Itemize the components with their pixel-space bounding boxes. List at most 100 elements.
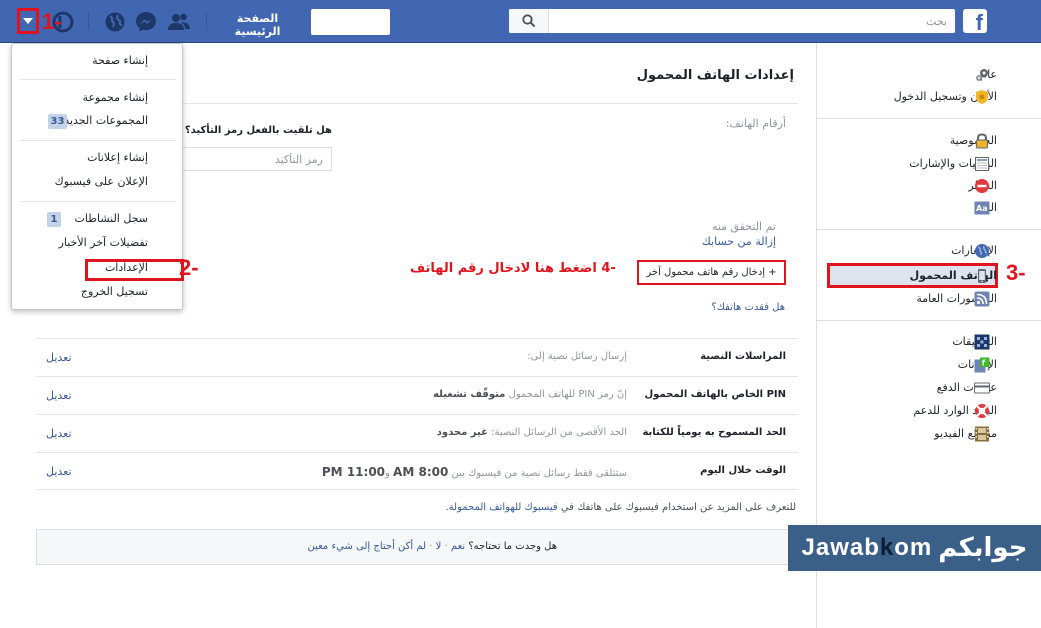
feedback-other-link[interactable]: لم أكن أحتاج إلى شيء معين [307,541,426,552]
setting-value: إنّ رمز PIN للهاتف المحمول متوقّف تشغيله [433,389,627,400]
feedback-bar: هل وجدت ما تحتاجه؟ نعم · لا · لم أكن أحت… [36,529,798,565]
lost-phone-link[interactable]: هل فقدت هاتفك؟ [711,302,785,313]
feedback-content: هل وجدت ما تحتاجه؟ نعم · لا · لم أكن أحت… [307,541,557,552]
edit-link[interactable]: تعديل [46,427,72,440]
menu-divider [20,140,176,141]
top-separator [88,12,89,30]
search-box [509,9,955,33]
setting-key: PIN الخاص بالهاتف المحمول [644,389,787,400]
svg-text:f: f [982,359,986,368]
menu-item-create-group[interactable]: إنشاء مجموعة [83,91,148,104]
remove-from-account-link[interactable]: إزالة من حسابك [702,235,776,248]
messenger-icon[interactable] [134,10,158,34]
facebook-logo-icon[interactable]: f [963,9,987,33]
menu-item-create-page[interactable]: إنشاء صفحة [92,54,148,67]
setting-value-bold: غير محدود [436,427,488,438]
setting-key: المراسلات النصية [700,351,786,362]
setting-row-time-of-day: الوقت خلال اليوم ستتلقى فقط رسائل نصية م… [36,452,798,490]
setting-value-bold: متوقّف تشغيله [433,389,506,400]
annotation-step-4-text: اضغط هنا لادخال رقم الهاتف [410,261,597,276]
setting-row-mobile-pin: PIN الخاص بالهاتف المحمول إنّ رمز PIN لل… [36,376,798,414]
top-bar: f الصفحة الرئيسية [0,0,1041,43]
jawabkom-watermark: Jawabkom جوابكم [788,525,1041,571]
setting-key: الحد المسموح به يومياً للكتابة [642,427,786,438]
block-icon [975,179,989,193]
lock-icon [976,133,988,149]
learn-more-prefix: للتعرف على المزيد عن استخدام فيسبوك على … [557,502,796,513]
confirm-question: هل تلقيت بالفعل رمز التأكيد؟ [184,125,332,136]
account-dropdown-menu: إنشاء صفحة إنشاء مجموعة المجموعات الجديد… [11,43,184,310]
learn-more-text: للتعرف على المزيد عن استخدام فيسبوك على … [445,502,796,513]
add-mobile-phone-label: + إدخال رقم هاتف محمول آخر [646,267,777,278]
setting-value-text: الحد الأقصى من الرسائل النصية: [487,427,627,438]
menu-item-create-ads[interactable]: إنشاء إعلانات [87,151,148,164]
annotation-step-4-number: -4 [601,261,616,276]
menu-item-log-out[interactable]: تسجيل الخروج [81,285,148,298]
profile-name-box[interactable] [311,9,390,35]
sidebar-divider [817,229,1041,230]
language-icon: Aa [974,201,990,215]
lifebuoy-icon [975,404,989,418]
watermark-latin: Jawabkom [802,534,933,562]
add-mobile-phone-button[interactable]: + إدخال رقم هاتف محمول آخر [637,260,786,285]
menu-item-new-groups[interactable]: المجموعات الجديدة [58,114,148,127]
menu-item-news-feed-preferences[interactable]: تفضيلات آخر الأخبار [59,236,148,249]
verified-label: تم التحقق منه [711,220,776,233]
apps-icon [974,334,990,350]
setting-value-text: ستتلقى فقط رسائل نصية من فيسبوك بين [448,468,628,479]
annotation-step-3: 3- [1006,260,1026,285]
account-menu-button[interactable] [17,8,39,34]
setting-value: الحد الأقصى من الرسائل النصية: غير محدود [437,427,627,438]
facebook-mobile-link[interactable]: فيسبوك للهواتف المحمولة [449,502,558,513]
timeline-icon [975,157,989,171]
menu-item-settings[interactable]: الإعدادات [105,261,148,274]
feedback-yes-link[interactable]: نعم [451,541,465,552]
watermark-latin-part: Jawab [801,534,880,561]
setting-row-daily-limit: الحد المسموح به يومياً للكتابة الحد الأق… [36,414,798,452]
notifications-globe-icon[interactable] [103,10,127,34]
top-separator [206,12,207,30]
phone-numbers-label: أرقام الهاتف: [725,117,786,130]
sidebar-divider [817,118,1041,119]
credit-card-icon [974,382,990,394]
end-time: 11:00 PM [321,465,386,479]
start-time: 8:00 AM [393,465,449,479]
watermark-latin-part: om [894,534,933,561]
svg-text:Aa: Aa [976,204,988,213]
watermark-latin-accent: k [879,534,895,561]
new-groups-count-badge: 33 [48,114,67,129]
search-input[interactable] [549,9,953,33]
edit-link[interactable]: تعديل [46,351,72,364]
home-link[interactable]: الصفحة الرئيسية [215,12,300,38]
caret-down-icon [23,18,33,24]
page-title: إعدادات الهاتف المحمول [636,68,794,83]
feedback-separator: · [444,541,448,552]
feedback-separator: · [429,541,433,552]
annotation-step-4: -4 اضغط هنا لادخال رقم الهاتف [410,261,616,276]
watermark-arabic: جوابكم [938,533,1028,563]
sidebar-divider [817,320,1041,321]
feedback-question: هل وجدت ما تحتاجه؟ [468,541,557,552]
search-button[interactable] [509,9,549,33]
search-icon [521,14,535,28]
friend-requests-icon[interactable] [167,10,191,34]
edit-link[interactable]: تعديل [46,465,72,478]
film-icon [975,426,989,442]
security-badge-icon [976,90,988,104]
gear-icon [976,69,988,81]
menu-item-advertise[interactable]: الإعلان على فيسبوك [55,175,148,188]
setting-value: ستتلقى فقط رسائل نصية من فيسبوك بين 8:00… [322,465,627,479]
setting-key: الوقت خلال اليوم [700,465,786,476]
menu-item-activity-log[interactable]: سجل النشاطات [75,212,149,225]
feedback-no-link[interactable]: لا [436,541,442,552]
annotation-step-1: 1- [42,9,62,34]
edit-link[interactable]: تعديل [46,389,72,402]
menu-divider [20,201,176,202]
mobile-phone-icon [978,269,986,283]
rss-icon [974,291,990,307]
globe-icon [975,244,989,258]
confirmation-code-input[interactable] [182,147,332,171]
activity-log-count-badge: 1 [47,212,61,227]
annotation-step-2: 2- [179,255,199,280]
menu-divider [20,79,176,80]
